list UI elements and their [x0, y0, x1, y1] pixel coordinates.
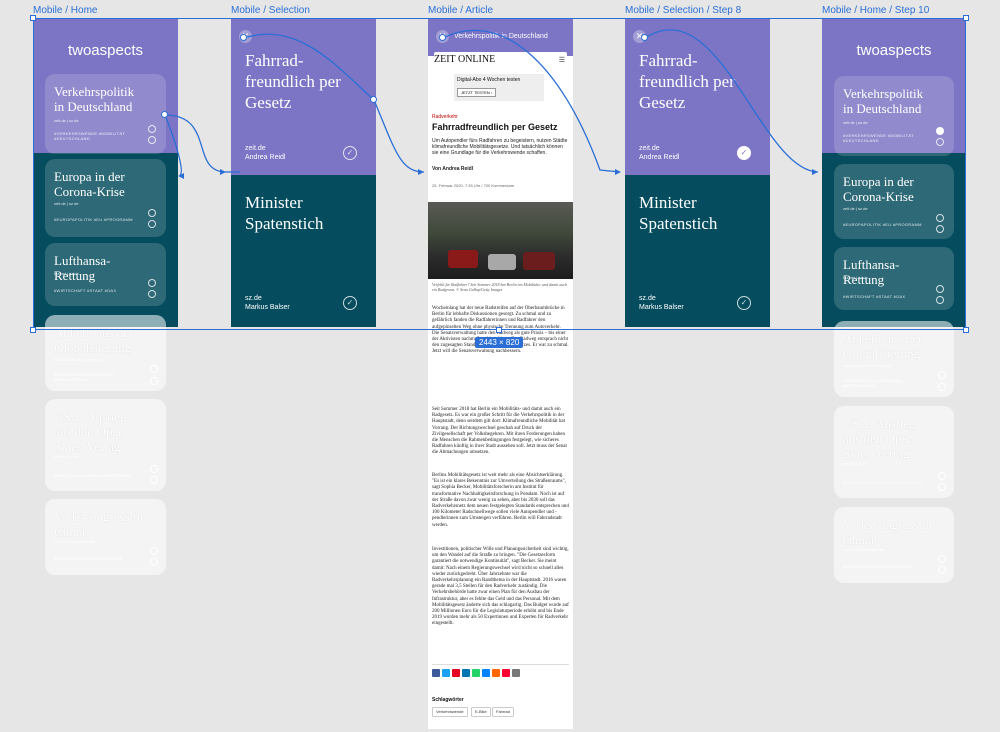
connection-node[interactable] — [641, 34, 648, 41]
connection-node[interactable] — [439, 34, 446, 41]
connection-line — [373, 99, 425, 173]
connection-line — [644, 29, 819, 173]
connection-line — [243, 33, 375, 101]
arrow-head — [418, 169, 424, 175]
arrow-head — [220, 169, 226, 175]
connection-line — [164, 114, 227, 173]
arrow-head — [615, 169, 621, 175]
connection-node[interactable] — [240, 34, 247, 41]
prototype-connections — [164, 29, 819, 179]
arrow-head — [812, 169, 818, 175]
connection-node[interactable] — [370, 96, 377, 103]
connection-line — [164, 114, 182, 176]
connection-line — [442, 29, 621, 173]
connection-node[interactable] — [161, 111, 168, 118]
